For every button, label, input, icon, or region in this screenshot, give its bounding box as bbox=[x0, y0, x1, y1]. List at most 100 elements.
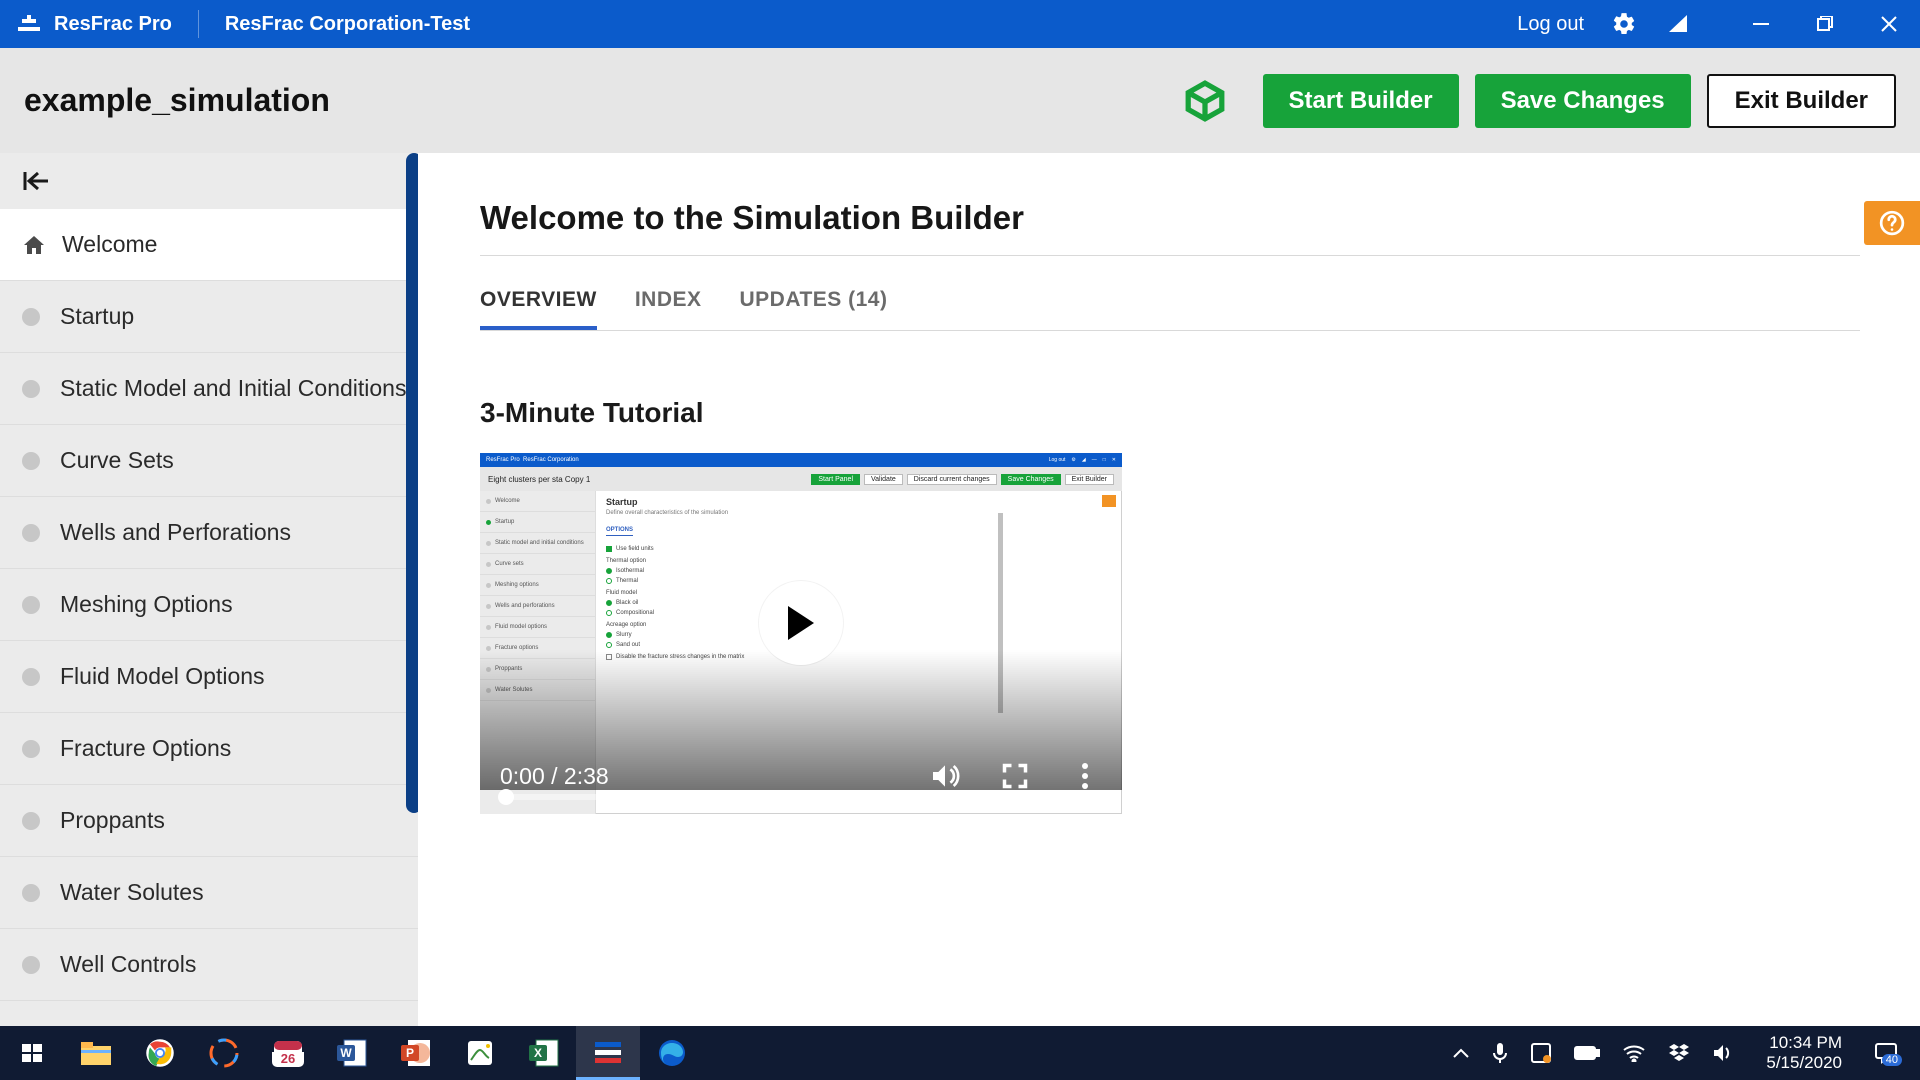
sidebar-item-label: Meshing Options bbox=[60, 591, 233, 618]
tray-update-icon[interactable] bbox=[1530, 1042, 1552, 1064]
taskbar-time: 10:34 PM bbox=[1766, 1033, 1842, 1053]
status-dot-icon bbox=[22, 380, 40, 398]
status-dot-icon bbox=[22, 812, 40, 830]
section-heading: 3-Minute Tutorial bbox=[480, 397, 1860, 429]
tray-notifications-icon[interactable]: 40 bbox=[1874, 1042, 1898, 1064]
main-content: Welcome to the Simulation Builder OVERVI… bbox=[418, 153, 1920, 1026]
simulation-name: example_simulation bbox=[24, 82, 330, 119]
logout-link[interactable]: Log out bbox=[1517, 13, 1584, 36]
sidebar-item-water-solutes[interactable]: Water Solutes bbox=[0, 857, 418, 929]
status-dot-icon bbox=[22, 956, 40, 974]
sidebar-item-fluid-model[interactable]: Fluid Model Options bbox=[0, 641, 418, 713]
sidebar-item-proppants[interactable]: Proppants bbox=[0, 785, 418, 857]
sidebar: Welcome Startup Static Model and Initial… bbox=[0, 153, 418, 1026]
start-menu-button[interactable] bbox=[0, 1026, 64, 1080]
signal-icon[interactable] bbox=[1664, 10, 1692, 38]
sidebar-item-label: Startup bbox=[60, 303, 134, 330]
divider bbox=[480, 255, 1860, 256]
environment-name: ResFrac Corporation-Test bbox=[225, 13, 470, 36]
sidebar-item-label: Static Model and Initial Conditions bbox=[60, 375, 406, 402]
taskbar-resfrac[interactable] bbox=[576, 1026, 640, 1080]
status-dot-icon bbox=[22, 884, 40, 902]
sidebar-item-fracture[interactable]: Fracture Options bbox=[0, 713, 418, 785]
calendar-day: 26 bbox=[272, 1052, 304, 1067]
notification-count: 40 bbox=[1882, 1054, 1902, 1066]
taskbar-app-1[interactable] bbox=[192, 1026, 256, 1080]
app-name: ResFrac Pro bbox=[54, 13, 172, 36]
settings-gear-icon[interactable] bbox=[1610, 10, 1638, 38]
status-dot-icon bbox=[22, 596, 40, 614]
svg-text:P: P bbox=[406, 1046, 414, 1060]
tray-wifi-icon[interactable] bbox=[1622, 1044, 1646, 1062]
video-volume-icon[interactable] bbox=[928, 759, 962, 793]
sidebar-item-label: Welcome bbox=[62, 231, 157, 258]
sidebar-item-static-model[interactable]: Static Model and Initial Conditions bbox=[0, 353, 418, 425]
sidebar-item-meshing[interactable]: Meshing Options bbox=[0, 569, 418, 641]
tray-chevron-up-icon[interactable] bbox=[1452, 1047, 1470, 1059]
start-builder-button[interactable]: Start Builder bbox=[1263, 74, 1459, 128]
tray-battery-icon[interactable] bbox=[1574, 1045, 1600, 1061]
sidebar-item-label: Water Solutes bbox=[60, 879, 204, 906]
tutorial-video[interactable]: ResFrac Pro ResFrac CorporationLog out⚙◢… bbox=[480, 453, 1122, 814]
taskbar-date: 5/15/2020 bbox=[1766, 1053, 1842, 1073]
window-close-button[interactable] bbox=[1876, 11, 1902, 37]
taskbar-clock[interactable]: 10:34 PM 5/15/2020 bbox=[1766, 1033, 1842, 1072]
tray-mic-icon[interactable] bbox=[1492, 1042, 1508, 1064]
svg-text:X: X bbox=[534, 1046, 542, 1060]
action-bar: example_simulation Start Builder Save Ch… bbox=[0, 48, 1920, 153]
tab-index[interactable]: INDEX bbox=[635, 288, 702, 330]
collapse-sidebar-icon[interactable] bbox=[22, 170, 50, 192]
video-fullscreen-icon[interactable] bbox=[998, 759, 1032, 793]
svg-text:W: W bbox=[340, 1046, 352, 1060]
tab-overview[interactable]: OVERVIEW bbox=[480, 288, 597, 330]
taskbar-word[interactable]: W bbox=[320, 1026, 384, 1080]
status-dot-icon bbox=[22, 668, 40, 686]
status-dot-icon bbox=[22, 308, 40, 326]
video-progress-knob[interactable] bbox=[498, 789, 514, 805]
page-title: Welcome to the Simulation Builder bbox=[480, 199, 1860, 237]
taskbar-calendar[interactable]: 26 bbox=[256, 1026, 320, 1080]
sidebar-item-label: Fracture Options bbox=[60, 735, 231, 762]
status-dot-icon bbox=[22, 740, 40, 758]
video-time: 0:00 / 2:38 bbox=[500, 763, 609, 790]
video-progress-bar[interactable] bbox=[500, 794, 1102, 800]
sidebar-item-label: Proppants bbox=[60, 807, 165, 834]
sidebar-item-startup[interactable]: Startup bbox=[0, 281, 418, 353]
video-play-button[interactable] bbox=[759, 581, 843, 665]
sidebar-item-label: Curve Sets bbox=[60, 447, 174, 474]
home-icon bbox=[22, 234, 46, 256]
video-controls: 0:00 / 2:38 bbox=[480, 742, 1122, 814]
help-button[interactable] bbox=[1864, 201, 1920, 245]
taskbar-edge[interactable] bbox=[640, 1026, 704, 1080]
video-more-icon[interactable] bbox=[1068, 759, 1102, 793]
divider bbox=[480, 330, 1860, 331]
taskbar-powerpoint[interactable]: P bbox=[384, 1026, 448, 1080]
tray-volume-icon[interactable] bbox=[1712, 1043, 1734, 1063]
windows-taskbar: 26 W P X 10:34 PM 5/15/2020 bbox=[0, 1026, 1920, 1080]
window-minimize-button[interactable] bbox=[1748, 11, 1774, 37]
status-dot-icon bbox=[22, 524, 40, 542]
window-maximize-button[interactable] bbox=[1812, 11, 1838, 37]
tray-dropbox-icon[interactable] bbox=[1668, 1043, 1690, 1063]
sidebar-item-label: Fluid Model Options bbox=[60, 663, 265, 690]
app-titlebar: ResFrac Pro ResFrac Corporation-Test Log… bbox=[0, 0, 1920, 48]
taskbar-excel[interactable]: X bbox=[512, 1026, 576, 1080]
titlebar-separator bbox=[198, 10, 199, 38]
system-tray: 10:34 PM 5/15/2020 40 bbox=[1452, 1033, 1910, 1072]
status-dot-icon bbox=[22, 452, 40, 470]
save-changes-button[interactable]: Save Changes bbox=[1475, 74, 1691, 128]
sidebar-item-label: Wells and Perforations bbox=[60, 519, 291, 546]
app-logo-icon bbox=[18, 14, 42, 34]
cube-logo-icon bbox=[1183, 79, 1227, 123]
sidebar-item-welcome[interactable]: Welcome bbox=[0, 209, 418, 281]
exit-builder-button[interactable]: Exit Builder bbox=[1707, 74, 1896, 128]
taskbar-chrome[interactable] bbox=[128, 1026, 192, 1080]
sidebar-item-well-controls[interactable]: Well Controls bbox=[0, 929, 418, 1001]
sidebar-item-wells[interactable]: Wells and Perforations bbox=[0, 497, 418, 569]
sidebar-item-curve-sets[interactable]: Curve Sets bbox=[0, 425, 418, 497]
tab-updates[interactable]: UPDATES (14) bbox=[740, 288, 888, 330]
tab-strip: OVERVIEW INDEX UPDATES (14) bbox=[480, 288, 1860, 330]
taskbar-file-explorer[interactable] bbox=[64, 1026, 128, 1080]
taskbar-app-2[interactable] bbox=[448, 1026, 512, 1080]
sidebar-item-label: Well Controls bbox=[60, 951, 196, 978]
